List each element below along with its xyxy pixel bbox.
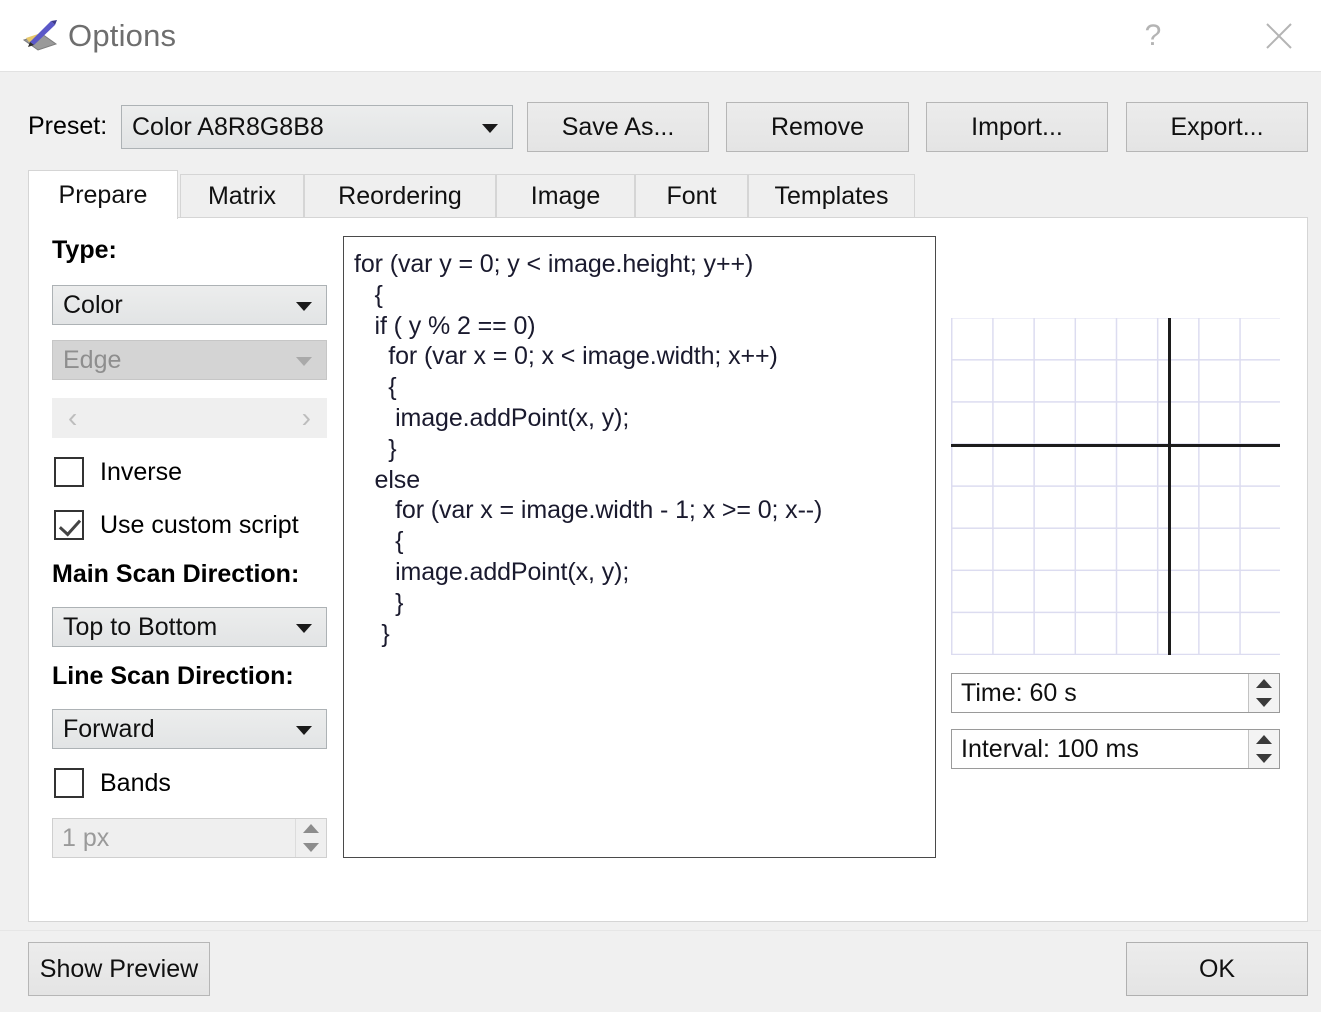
bands-label: Bands — [100, 769, 171, 798]
chevron-down-icon — [296, 357, 312, 366]
checkbox-box — [54, 457, 84, 487]
preset-label: Preset: — [28, 110, 107, 142]
grid-lines — [951, 318, 1280, 655]
type-value: Color — [63, 291, 123, 320]
spinner-down-icon[interactable] — [1249, 693, 1279, 712]
export-button[interactable]: Export... — [1126, 102, 1308, 152]
tab-strip: Prepare Matrix Reordering Image Font Tem… — [28, 174, 1308, 218]
pen-plate-icon — [18, 14, 62, 54]
chevron-down-icon — [296, 302, 312, 311]
spinner-down-icon[interactable] — [1249, 749, 1279, 768]
chevron-down-icon — [296, 624, 312, 633]
save-as-button[interactable]: Save As... — [527, 102, 709, 152]
spinner-up-icon — [296, 819, 326, 838]
window-title: Options — [68, 14, 176, 58]
ok-button[interactable]: OK — [1126, 942, 1308, 996]
script-code: for (var y = 0; y < image.height; y++) {… — [344, 237, 935, 649]
edge-value: Edge — [63, 346, 121, 375]
import-button[interactable]: Import... — [926, 102, 1108, 152]
close-icon[interactable] — [1237, 0, 1321, 71]
line-scan-value: Forward — [63, 715, 155, 744]
tab-reordering[interactable]: Reordering — [304, 174, 496, 218]
grid-vertical-axis — [1168, 318, 1171, 655]
show-preview-button[interactable]: Show Preview — [28, 942, 210, 996]
time-value: Time: 60 s — [961, 679, 1077, 708]
interval-value: Interval: 100 ms — [961, 735, 1139, 764]
spinner-buttons[interactable] — [1248, 674, 1279, 712]
footer-divider — [0, 930, 1321, 931]
chevron-down-icon — [482, 124, 498, 133]
chevron-right-icon: › — [302, 406, 311, 430]
inverse-label: Inverse — [100, 458, 182, 487]
inverse-checkbox[interactable]: Inverse — [54, 457, 182, 487]
time-spinner[interactable]: Time: 60 s — [951, 673, 1280, 713]
type-combobox[interactable]: Color — [52, 285, 327, 325]
checkbox-box — [54, 768, 84, 798]
interval-spinner[interactable]: Interval: 100 ms — [951, 729, 1280, 769]
help-button[interactable]: ? — [1111, 0, 1195, 71]
edge-nav-bar: ‹ › — [52, 398, 327, 438]
custom-script-editor[interactable]: for (var y = 0; y < image.height; y++) {… — [343, 236, 936, 858]
spinner-down-icon — [296, 838, 326, 857]
spinner-buttons — [295, 819, 326, 857]
line-scan-direction-label: Line Scan Direction: — [52, 662, 294, 691]
preview-grid[interactable] — [951, 318, 1280, 655]
tab-prepare[interactable]: Prepare — [28, 170, 178, 219]
tab-templates[interactable]: Templates — [748, 174, 915, 218]
spinner-buttons[interactable] — [1248, 730, 1279, 768]
title-bar: Options ? — [0, 0, 1321, 72]
tab-image[interactable]: Image — [496, 174, 635, 218]
grid-horizontal-axis — [951, 444, 1280, 447]
spinner-up-icon[interactable] — [1249, 730, 1279, 749]
tab-font[interactable]: Font — [635, 174, 748, 218]
use-custom-script-checkbox[interactable]: Use custom script — [54, 510, 299, 540]
chevron-down-icon — [296, 726, 312, 735]
preset-value: Color A8R8G8B8 — [132, 113, 324, 142]
main-scan-direction-combobox[interactable]: Top to Bottom — [52, 607, 327, 647]
main-scan-value: Top to Bottom — [63, 613, 217, 642]
tab-matrix[interactable]: Matrix — [180, 174, 304, 218]
edge-combobox: Edge — [52, 340, 327, 380]
use-custom-script-label: Use custom script — [100, 511, 299, 540]
type-label: Type: — [52, 236, 117, 265]
bands-checkbox[interactable]: Bands — [54, 768, 171, 798]
bands-width-value: 1 px — [62, 824, 109, 853]
preset-combobox[interactable]: Color A8R8G8B8 — [121, 105, 513, 149]
chevron-left-icon: ‹ — [68, 406, 77, 430]
bands-width-spinner: 1 px — [52, 818, 327, 858]
remove-button[interactable]: Remove — [726, 102, 909, 152]
main-scan-direction-label: Main Scan Direction: — [52, 560, 299, 589]
spinner-up-icon[interactable] — [1249, 674, 1279, 693]
checkbox-box-checked — [54, 510, 84, 540]
line-scan-direction-combobox[interactable]: Forward — [52, 709, 327, 749]
